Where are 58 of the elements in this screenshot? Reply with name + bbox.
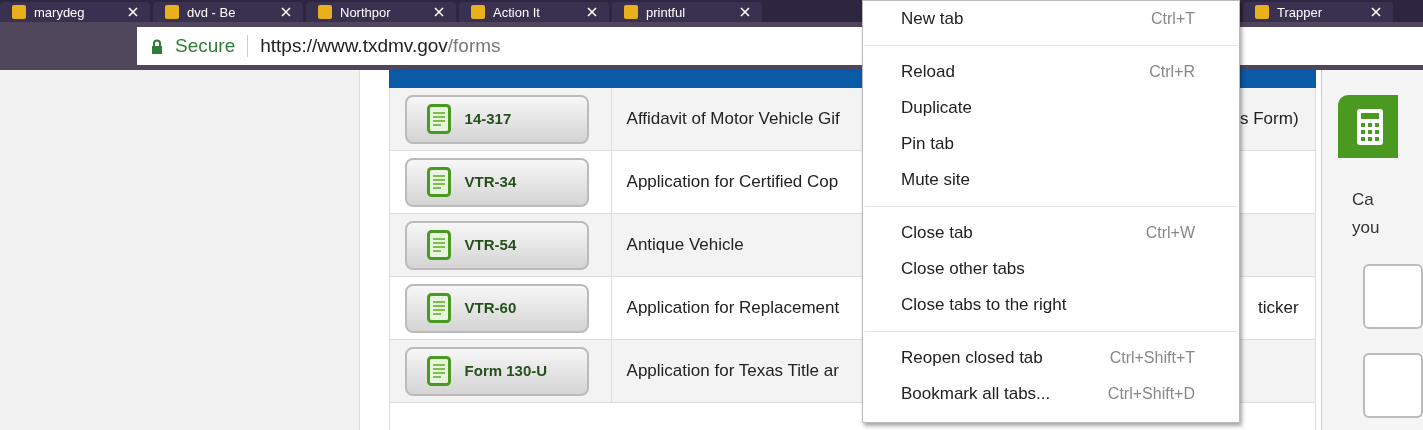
close-icon[interactable] — [434, 7, 444, 17]
form-download-button[interactable]: 14-317 — [404, 94, 589, 144]
calculator-tab[interactable] — [1338, 95, 1398, 158]
menu-item[interactable]: Mute site — [863, 162, 1239, 198]
input-field[interactable] — [1363, 353, 1423, 418]
favicon-icon — [1255, 5, 1269, 19]
lock-icon — [151, 38, 163, 54]
calculator-icon — [1356, 107, 1384, 146]
form-download-button[interactable]: Form 130-U — [404, 346, 589, 396]
form-download-button[interactable]: VTR-60 — [404, 283, 589, 333]
input-field[interactable] — [1363, 264, 1423, 329]
form-title: Antique Vehicle — [626, 234, 744, 257]
form-title: ticker — [1257, 297, 1299, 320]
favicon-icon — [12, 5, 26, 19]
sidebar-text: Ca — [1352, 189, 1374, 211]
favicon-icon — [471, 5, 485, 19]
tab-title: Action It — [493, 5, 541, 19]
sidebar-text: you — [1352, 217, 1380, 239]
menu-item[interactable]: Duplicate — [863, 90, 1239, 126]
form-title: Affidavit of Motor Vehicle Gif — [626, 108, 840, 131]
tab-title: printful — [646, 5, 687, 19]
browser-tab[interactable]: Action It — [459, 2, 609, 22]
browser-tab[interactable]: printful — [612, 2, 762, 22]
document-icon — [426, 356, 451, 386]
form-download-button[interactable]: VTR-54 — [404, 220, 589, 270]
document-icon — [426, 104, 451, 134]
browser-tab[interactable]: marydeg — [0, 2, 150, 22]
tab-title: Trapper — [1277, 5, 1324, 19]
close-icon[interactable] — [740, 7, 750, 17]
menu-item[interactable]: Reopen closed tab Ctrl+Shift+T — [863, 340, 1239, 376]
favicon-icon — [624, 5, 638, 19]
close-icon[interactable] — [1371, 7, 1381, 17]
url-text: https://www.txdmv.gov/forms — [260, 33, 501, 58]
favicon-icon — [318, 5, 332, 19]
form-download-button[interactable]: VTR-34 — [404, 157, 589, 207]
browser-tab[interactable]: dvd - Be — [153, 2, 303, 22]
menu-item[interactable]: Bookmark all tabs... Ctrl+Shift+D — [863, 376, 1239, 412]
browser-tab[interactable]: Northpor — [306, 2, 456, 22]
document-icon — [426, 293, 451, 323]
menu-item[interactable]: Pin tab — [863, 126, 1239, 162]
menu-item[interactable]: Close tabs to the right — [863, 287, 1239, 323]
form-title: Application for Certified Cop — [626, 171, 839, 194]
menu-item[interactable]: Close tab Ctrl+W — [863, 215, 1239, 251]
favicon-icon — [165, 5, 179, 19]
close-icon[interactable] — [281, 7, 291, 17]
form-title: Application for Replacement — [626, 297, 840, 320]
document-icon — [426, 230, 451, 260]
menu-item[interactable]: Close other tabs — [863, 251, 1239, 287]
tab-title: Northpor — [340, 5, 392, 19]
tab-title: marydeg — [34, 5, 86, 19]
security-label: Secure — [175, 33, 236, 58]
form-title: Application for Texas Title ar — [626, 360, 839, 383]
tab-title: dvd - Be — [187, 5, 237, 19]
document-icon — [426, 167, 451, 197]
close-icon[interactable] — [128, 7, 138, 17]
browser-tab[interactable]: Trapper — [1243, 2, 1393, 22]
close-icon[interactable] — [587, 7, 597, 17]
form-title: s Form) — [1240, 108, 1299, 131]
